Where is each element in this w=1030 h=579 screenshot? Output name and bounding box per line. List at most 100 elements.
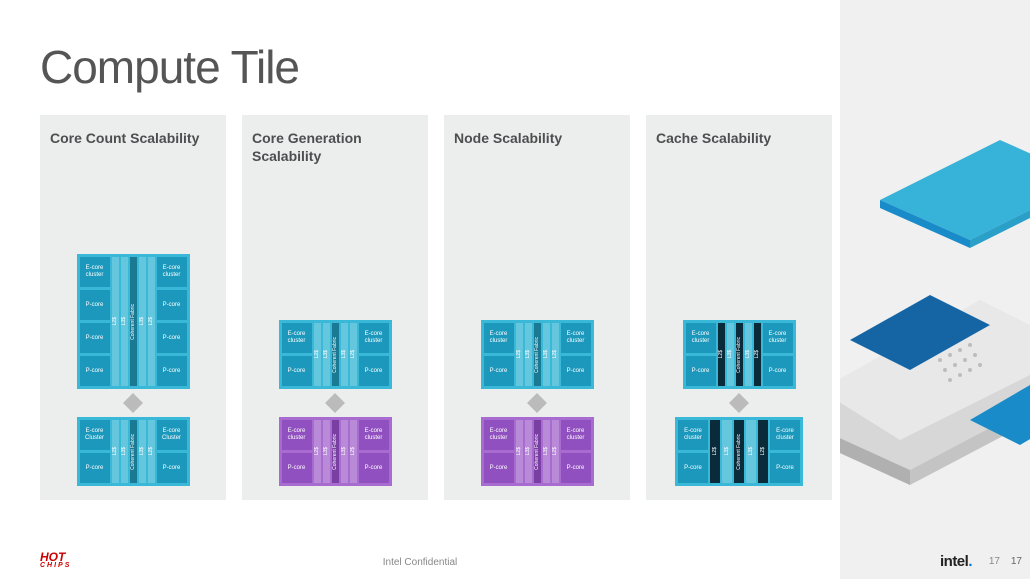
ecore-block: E-core cluster	[561, 323, 591, 353]
die-cache-a: E-core cluster P-core L2$ L3$ Coherent F…	[683, 320, 796, 389]
l3-label: L3$	[543, 447, 549, 455]
swap-icon	[121, 393, 145, 413]
ecore-block: E-core cluster	[484, 323, 514, 353]
l3-label: L3$	[323, 447, 329, 455]
l2-label: L2$	[112, 317, 118, 325]
column-core-count: Core Count Scalability E-core cluster P-…	[40, 115, 226, 500]
pcore-block: P-core	[80, 453, 110, 483]
ecore-block: E-core cluster	[359, 420, 389, 450]
confidential-label: Intel Confidential	[383, 557, 458, 568]
diagram-group: E-core cluster P-core L2$ L3$ Coherent F…	[454, 192, 620, 486]
column-title: Node Scalability	[454, 129, 620, 184]
ecore-block: E-core cluster	[686, 323, 716, 353]
hotchips-logo: HOT CHIPS	[40, 552, 71, 569]
ecore-block: E-core cluster	[80, 257, 110, 287]
fabric-label: Coherent Fabric	[130, 304, 136, 340]
fabric-label: Coherent Fabric	[332, 434, 338, 470]
l3-label: L3$	[121, 447, 127, 455]
fabric-label: Coherent Fabric	[736, 434, 742, 470]
l3-label: L3$	[745, 350, 751, 358]
die-gen-b: E-core cluster P-core L2$ L3$ Coherent F…	[279, 417, 392, 486]
pcore-block: P-core	[157, 453, 187, 483]
l3-label: L3$	[525, 447, 531, 455]
column-core-gen: Core Generation Scalability E-core clust…	[242, 115, 428, 500]
l2-label: L2$	[516, 350, 522, 358]
l2-label: L2$	[148, 447, 154, 455]
die-large: E-core cluster P-core P-core P-core L2$ …	[77, 254, 190, 389]
column-title: Core Count Scalability	[50, 129, 216, 184]
l3-label: L3$	[323, 350, 329, 358]
diagram-group: E-core cluster P-core L2$ L3$ Coherent F…	[252, 192, 418, 486]
l2-label: L2$	[760, 447, 766, 455]
die-node-b: E-core cluster P-core L2$ L3$ Coherent F…	[481, 417, 594, 486]
die-cache-b: E-core cluster P-core L2$ L3$ Coherent F…	[675, 417, 803, 486]
page-number-2: 17	[1011, 556, 1022, 567]
swap-icon	[727, 393, 751, 413]
l3-label: L3$	[139, 317, 145, 325]
ecore-block: E-core Cluster	[157, 420, 187, 450]
l2-label: L2$	[712, 447, 718, 455]
ecore-block: E-core cluster	[157, 257, 187, 287]
ecore-block: E-core Cluster	[80, 420, 110, 450]
fabric-label: Coherent Fabric	[332, 337, 338, 373]
pcore-block: P-core	[484, 453, 514, 483]
die-node-a: E-core cluster P-core L2$ L3$ Coherent F…	[481, 320, 594, 389]
column-node: Node Scalability E-core cluster P-core L…	[444, 115, 630, 500]
pcore-block: P-core	[157, 356, 187, 386]
diagram-group: E-core cluster P-core P-core P-core L2$ …	[50, 192, 216, 486]
pcore-block: P-core	[157, 323, 187, 353]
l3-label: L3$	[724, 447, 730, 455]
fabric-label: Coherent Fabric	[534, 337, 540, 373]
ecore-block: E-core cluster	[484, 420, 514, 450]
intel-logo: intel.	[940, 553, 972, 570]
swap-icon	[323, 393, 347, 413]
l3-label: L3$	[341, 350, 347, 358]
pcore-block: P-core	[282, 453, 312, 483]
pcore-block: P-core	[770, 453, 800, 483]
page-number: 17	[989, 556, 1000, 567]
l3-label: L3$	[727, 350, 733, 358]
pcore-block: P-core	[686, 356, 716, 386]
l2-label: L2$	[552, 447, 558, 455]
pcore-block: P-core	[561, 453, 591, 483]
pcore-block: P-core	[157, 290, 187, 320]
l2-label: L2$	[350, 447, 356, 455]
pcore-block: P-core	[80, 290, 110, 320]
l2-label: L2$	[148, 317, 154, 325]
l2-label: L2$	[718, 350, 724, 358]
die-small: E-core Cluster P-core L2$ L3$ Coherent F…	[77, 417, 190, 486]
l2-label: L2$	[112, 447, 118, 455]
fabric-label: Coherent Fabric	[534, 434, 540, 470]
logo-dot: .	[968, 553, 972, 570]
ecore-block: E-core cluster	[561, 420, 591, 450]
l3-label: L3$	[748, 447, 754, 455]
l3-label: L3$	[139, 447, 145, 455]
l3-label: L3$	[543, 350, 549, 358]
l3-label: L3$	[121, 317, 127, 325]
column-cache: Cache Scalability E-core cluster P-core …	[646, 115, 832, 500]
die-gen-a: E-core cluster P-core L2$ L3$ Coherent F…	[279, 320, 392, 389]
pcore-block: P-core	[359, 356, 389, 386]
ecore-block: E-core cluster	[763, 323, 793, 353]
swap-icon	[525, 393, 549, 413]
pcore-block: P-core	[80, 323, 110, 353]
isometric-package-art	[840, 0, 1030, 579]
pcore-block: P-core	[763, 356, 793, 386]
hot-line2: CHIPS	[40, 563, 71, 569]
ecore-block: E-core cluster	[770, 420, 800, 450]
l2-label: L2$	[314, 350, 320, 358]
fabric-label: Coherent Fabric	[736, 337, 742, 373]
diagram-group: E-core cluster P-core L2$ L3$ Coherent F…	[656, 192, 822, 486]
pcore-block: P-core	[359, 453, 389, 483]
pcore-block: P-core	[561, 356, 591, 386]
columns-row: Core Count Scalability E-core cluster P-…	[40, 115, 832, 500]
slide-title: Compute Tile	[40, 40, 299, 94]
ecore-block: E-core cluster	[678, 420, 708, 450]
l3-label: L3$	[525, 350, 531, 358]
pcore-block: P-core	[678, 453, 708, 483]
column-title: Core Generation Scalability	[252, 129, 418, 184]
column-title: Cache Scalability	[656, 129, 822, 184]
l2-label: L2$	[754, 350, 760, 358]
l2-label: L2$	[314, 447, 320, 455]
ecore-block: E-core cluster	[359, 323, 389, 353]
